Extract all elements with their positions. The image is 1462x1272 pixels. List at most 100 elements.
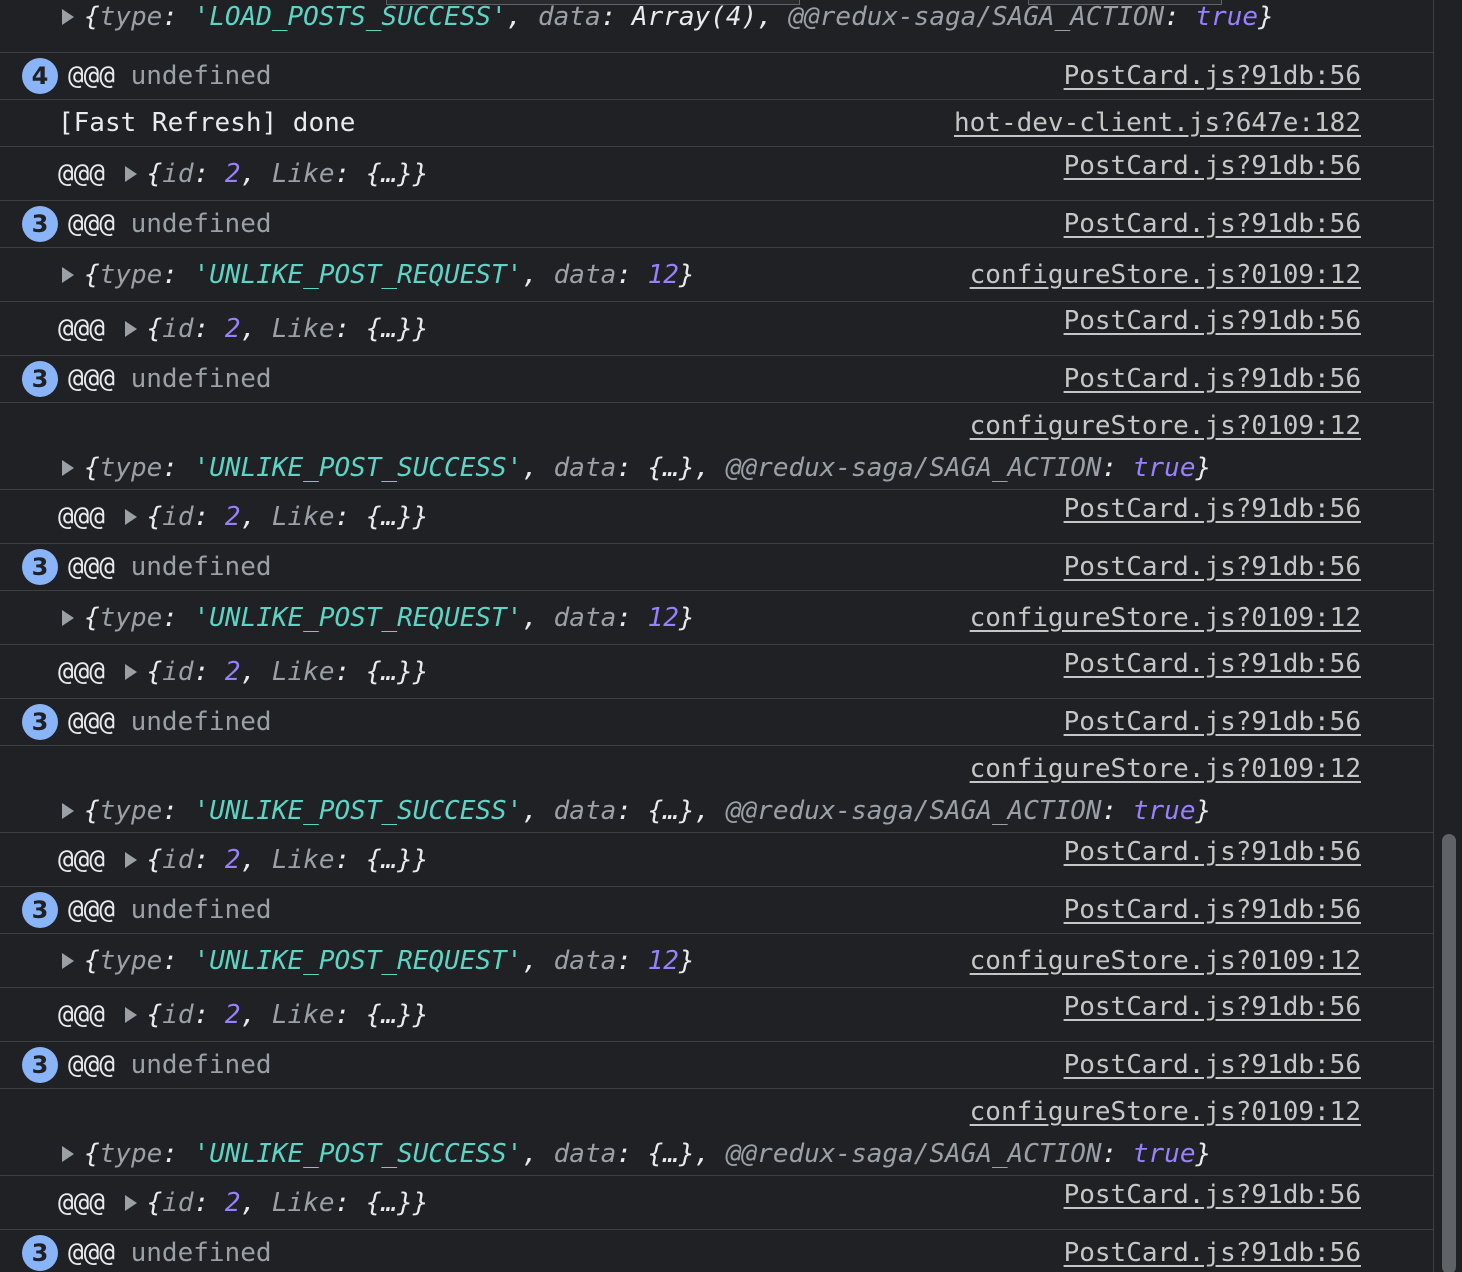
- repeat-count-badge: 3: [22, 1235, 58, 1271]
- log-label: @@@: [68, 209, 115, 239]
- colon: :: [193, 999, 225, 1030]
- key-type: type: [99, 453, 163, 483]
- console-row: {type: 'UNLIKE_POST_REQUEST', data: 12} c…: [0, 934, 1433, 988]
- comma: ,: [522, 453, 554, 483]
- brace-open: {: [84, 602, 100, 633]
- console-row: 4 @@@ undefined PostCard.js?91db:56: [0, 53, 1433, 100]
- console-row: @@@ {id: 2, Like: {…}} PostCard.js?91db:5…: [0, 988, 1433, 1042]
- collapsed-object: {…}: [365, 501, 413, 532]
- action-type: 'UNLIKE_POST_REQUEST': [193, 945, 523, 976]
- id-value: 2: [224, 999, 241, 1030]
- brace-open: {: [146, 501, 163, 532]
- console-message: @@@ {id: 2, Like: {…}}: [58, 845, 428, 875]
- source-link[interactable]: PostCard.js?91db:56: [1064, 1238, 1361, 1268]
- source-link[interactable]: PostCard.js?91db:56: [1064, 992, 1361, 1022]
- source-link[interactable]: PostCard.js?91db:56: [1064, 1050, 1361, 1080]
- comma: ,: [240, 158, 272, 189]
- brace-open: {: [84, 945, 100, 976]
- colon: :: [334, 656, 366, 687]
- colon: :: [162, 796, 194, 826]
- console-scrollbar[interactable]: [1433, 0, 1462, 1272]
- source-link[interactable]: PostCard.js?91db:56: [1064, 552, 1361, 582]
- source-link[interactable]: PostCard.js?91db:56: [1064, 61, 1361, 91]
- colon: :: [616, 602, 648, 633]
- console-row: 3 @@@ undefined PostCard.js?91db:56: [0, 887, 1433, 934]
- key-data: data: [553, 945, 617, 976]
- expand-triangle-icon[interactable]: [124, 508, 137, 525]
- log-label: @@@: [58, 656, 105, 687]
- console-row: [Fast Refresh] done hot-dev-client.js?647…: [0, 100, 1433, 147]
- expand-triangle-icon[interactable]: [62, 9, 74, 25]
- source-link[interactable]: configureStore.js?0109:12: [970, 946, 1361, 976]
- source-link[interactable]: PostCard.js?91db:56: [1064, 494, 1361, 524]
- console-message: @@@ {id: 2, Like: {…}}: [58, 502, 428, 532]
- collapsed-object: {…}: [365, 999, 413, 1030]
- source-link[interactable]: PostCard.js?91db:56: [1064, 649, 1361, 679]
- undefined-value: undefined: [130, 61, 272, 91]
- colon: :: [162, 2, 194, 32]
- source-link[interactable]: PostCard.js?91db:56: [1064, 837, 1361, 867]
- console-row: {type: 'UNLIKE_POST_REQUEST', data: 12} c…: [0, 248, 1433, 302]
- source-link[interactable]: PostCard.js?91db:56: [1064, 209, 1361, 239]
- key-type: type: [99, 2, 163, 32]
- expand-triangle-icon[interactable]: [62, 952, 74, 969]
- colon: :: [162, 453, 194, 483]
- collapsed-object: {…}: [365, 1187, 413, 1218]
- action-type: 'UNLIKE_POST_REQUEST': [193, 602, 523, 633]
- colon: :: [616, 945, 648, 976]
- undefined-value: undefined: [130, 1238, 272, 1268]
- scrollbar-thumb[interactable]: [1442, 834, 1456, 1272]
- expand-triangle-icon[interactable]: [124, 320, 137, 337]
- repeat-count-badge: 3: [22, 892, 58, 928]
- source-link[interactable]: configureStore.js?0109:12: [970, 1097, 1361, 1127]
- source-link[interactable]: configureStore.js?0109:12: [970, 603, 1361, 633]
- source-link[interactable]: configureStore.js?0109:12: [970, 411, 1361, 441]
- source-link[interactable]: PostCard.js?91db:56: [1064, 895, 1361, 925]
- expand-triangle-icon[interactable]: [124, 165, 137, 182]
- brace-open: {: [84, 259, 100, 290]
- key-like: Like: [271, 656, 335, 687]
- expand-triangle-icon[interactable]: [124, 1194, 137, 1211]
- brace-open: {: [146, 844, 163, 875]
- brace-close: }: [412, 999, 429, 1030]
- expand-triangle-icon[interactable]: [62, 266, 74, 283]
- brace-close: }: [678, 945, 695, 976]
- console-message: {type: 'UNLIKE_POST_REQUEST', data: 12}: [58, 260, 695, 290]
- source-link[interactable]: hot-dev-client.js?647e:182: [954, 108, 1361, 138]
- source-link[interactable]: configureStore.js?0109:12: [970, 754, 1361, 784]
- expand-triangle-icon[interactable]: [124, 1006, 137, 1023]
- key-id: id: [162, 313, 194, 344]
- brace-close: }: [412, 158, 429, 189]
- expand-triangle-icon[interactable]: [62, 803, 74, 819]
- source-link[interactable]: PostCard.js?91db:56: [1064, 364, 1361, 394]
- expand-triangle-icon[interactable]: [124, 663, 137, 680]
- action-data: Array(4): [631, 2, 758, 32]
- brace-open: {: [146, 1187, 163, 1218]
- comma: ,: [522, 945, 554, 976]
- collapsed-object: {…}: [365, 656, 413, 687]
- brace-close: }: [412, 501, 429, 532]
- key-type: type: [99, 945, 163, 976]
- brace-open: {: [84, 1139, 100, 1169]
- expand-triangle-icon[interactable]: [62, 460, 74, 476]
- source-link[interactable]: PostCard.js?91db:56: [1064, 306, 1361, 336]
- source-link[interactable]: PostCard.js?91db:56: [1064, 151, 1361, 181]
- source-link[interactable]: PostCard.js?91db:56: [1064, 1180, 1361, 1210]
- expand-triangle-icon[interactable]: [62, 1146, 74, 1162]
- source-link[interactable]: PostCard.js?91db:56: [1064, 707, 1361, 737]
- id-value: 2: [224, 1187, 241, 1218]
- log-label: @@@: [68, 707, 115, 737]
- key-id: id: [162, 501, 194, 532]
- console-row: @@@ {id: 2, Like: {…}} PostCard.js?91db:5…: [0, 833, 1433, 887]
- console-message: [Fast Refresh] done: [58, 108, 355, 138]
- expand-triangle-icon[interactable]: [124, 851, 137, 868]
- source-link[interactable]: configureStore.js?0109:12: [970, 260, 1361, 290]
- comma: ,: [694, 1139, 726, 1169]
- log-text: [Fast Refresh] done: [58, 108, 356, 138]
- console-row: @@@ {id: 2, Like: {…}} PostCard.js?91db:5…: [0, 302, 1433, 356]
- expand-triangle-icon[interactable]: [62, 609, 74, 626]
- brace-close: }: [1195, 453, 1212, 483]
